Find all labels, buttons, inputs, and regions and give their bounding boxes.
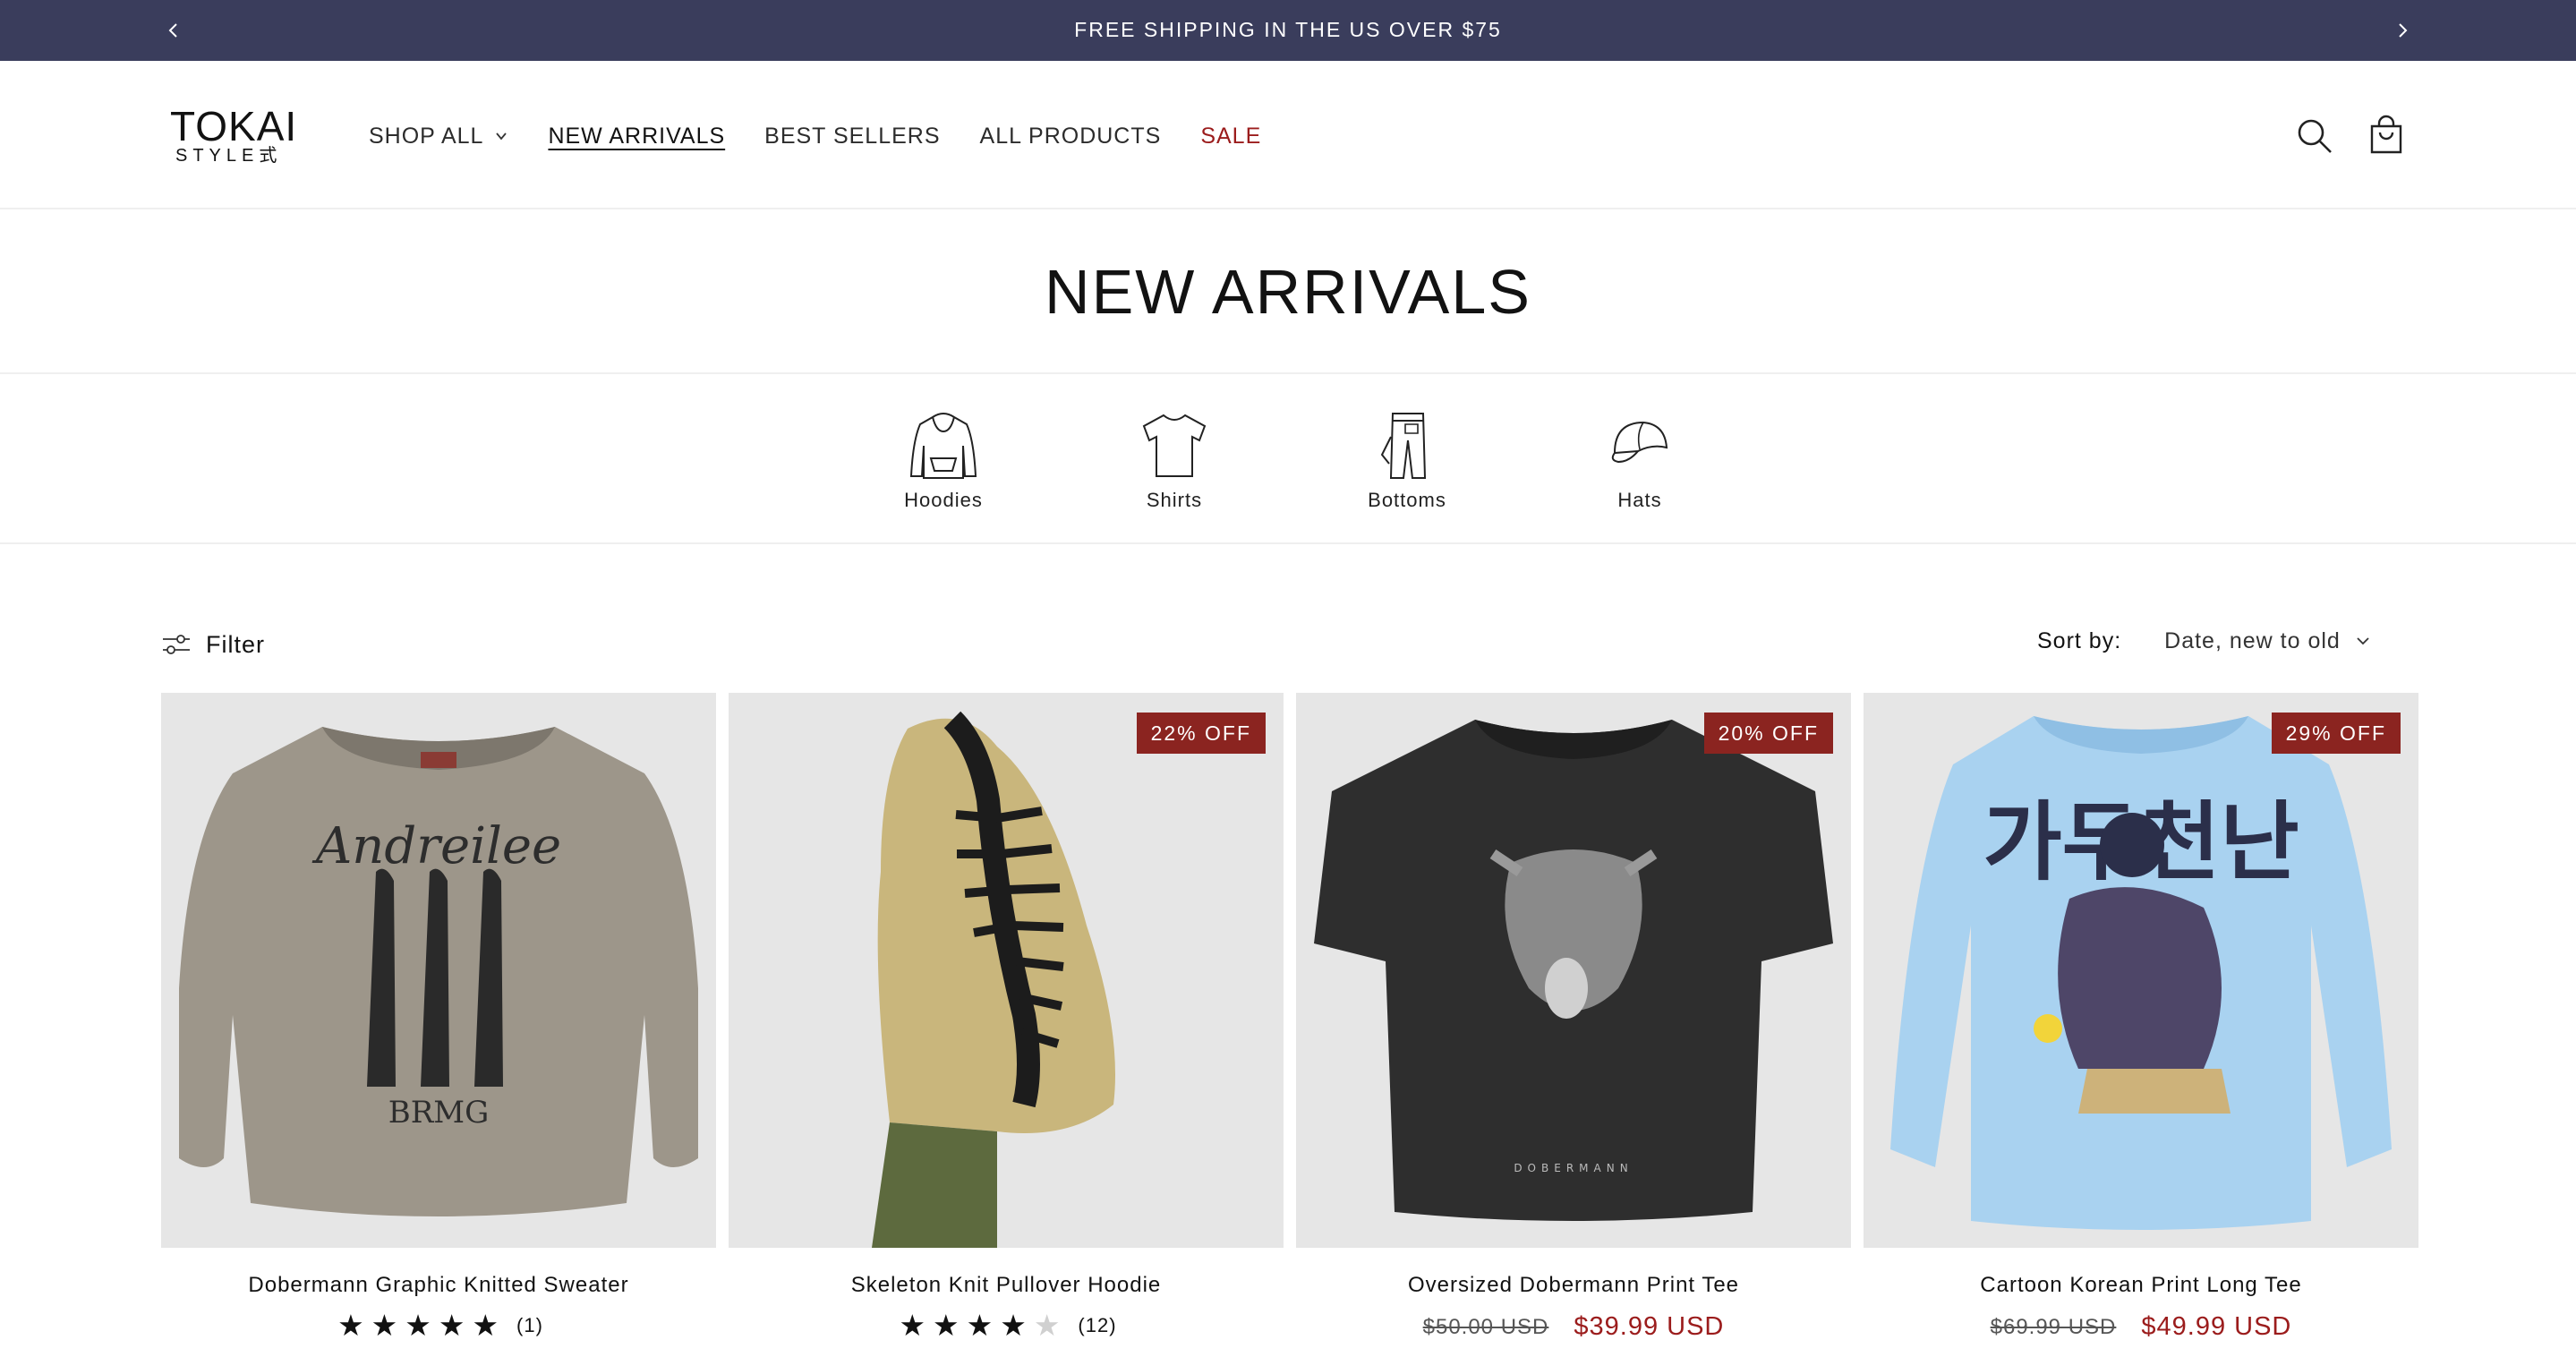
product-name[interactable]: Cartoon Korean Print Long Tee bbox=[1864, 1273, 2418, 1298]
product-card[interactable]: DOBERMANN 20% OFF Oversized Dobermann Pr… bbox=[1296, 693, 1851, 1357]
nav-label: ALL PRODUCTS bbox=[979, 123, 1162, 149]
nav-label: SHOP ALL bbox=[369, 123, 484, 149]
nav-label: BEST SELLERS bbox=[764, 123, 941, 149]
tshirt-image: DOBERMANN bbox=[1314, 720, 1833, 1221]
main-nav: SHOP ALL NEW ARRIVALS BEST SELLERS ALL P… bbox=[369, 118, 1301, 154]
star-icon: ★ bbox=[438, 1308, 465, 1343]
hoodie-image bbox=[872, 711, 1115, 1248]
product-card[interactable]: 가두천난 29% OFF Cartoon Korean Print Long T… bbox=[1864, 693, 2418, 1357]
pants-icon bbox=[1380, 413, 1427, 479]
star-icon: ★ bbox=[371, 1308, 398, 1343]
hoodie-icon bbox=[909, 413, 977, 479]
star-icon: ★ bbox=[405, 1308, 431, 1343]
tshirt-print-text: DOBERMANN bbox=[1514, 1162, 1633, 1174]
category-hats[interactable]: Hats bbox=[1577, 410, 1702, 526]
page-title: NEW ARRIVALS bbox=[1045, 257, 1531, 327]
filter-button[interactable]: Filter bbox=[161, 627, 265, 662]
star-icon: ★ bbox=[1000, 1308, 1027, 1343]
star-empty-icon: ★ bbox=[1033, 1308, 1061, 1343]
category-bottoms[interactable]: Bottoms bbox=[1344, 410, 1470, 526]
star-icon: ★ bbox=[933, 1308, 960, 1343]
shirt-icon bbox=[1142, 414, 1207, 477]
discount-badge: 29% OFF bbox=[2271, 713, 2401, 754]
review-count: (1) bbox=[516, 1313, 543, 1336]
star-icon: ★ bbox=[472, 1308, 499, 1343]
star-icon: ★ bbox=[899, 1308, 926, 1343]
category-hoodies[interactable]: Hoodies bbox=[881, 410, 1006, 526]
product-name[interactable]: Oversized Dobermann Print Tee bbox=[1296, 1273, 1851, 1298]
sale-price: $39.99 USD bbox=[1574, 1312, 1725, 1341]
nav-new-arrivals[interactable]: NEW ARRIVALS bbox=[548, 124, 725, 149]
nav-sale[interactable]: SALE bbox=[1200, 124, 1261, 149]
product-image[interactable]: DOBERMANN 20% OFF bbox=[1296, 693, 1851, 1248]
sort-value: Date, new to old bbox=[2164, 627, 2341, 653]
filter-label: Filter bbox=[206, 630, 265, 658]
nav-shop-all[interactable]: SHOP ALL bbox=[369, 124, 508, 149]
cap-icon bbox=[1611, 421, 1668, 464]
product-image[interactable]: 22% OFF bbox=[729, 693, 1284, 1248]
announcement-text: FREE SHIPPING IN THE US OVER $75 bbox=[1074, 18, 1502, 41]
chevron-down-icon bbox=[496, 132, 508, 141]
sort-label: Sort by: bbox=[2037, 627, 2122, 653]
product-rating: ★ ★ ★ ★ ★ (1) bbox=[161, 1310, 716, 1340]
category-label: Hats bbox=[1617, 489, 1662, 511]
star-icon: ★ bbox=[337, 1308, 364, 1343]
announcement-bar: FREE SHIPPING IN THE US OVER $75 bbox=[0, 0, 2576, 61]
nav-all-products[interactable]: ALL PRODUCTS bbox=[980, 124, 1162, 149]
category-links: Hoodies Shirts Bottoms Hats bbox=[0, 374, 2576, 544]
sale-price: $49.99 USD bbox=[2141, 1312, 2292, 1341]
sweater-print-text-2: BRMG bbox=[388, 1095, 490, 1131]
compare-at-price: $50.00 USD bbox=[1422, 1314, 1549, 1339]
product-price: $50.00 USD $39.99 USD bbox=[1296, 1312, 1851, 1342]
product-card[interactable]: 22% OFF Skeleton Knit Pullover Hoodie ★ … bbox=[729, 693, 1284, 1357]
discount-badge: 22% OFF bbox=[1136, 713, 1266, 754]
category-label: Bottoms bbox=[1368, 489, 1446, 511]
site-header: TOKAI STYLE式 SHOP ALL NEW ARRIVALS BEST … bbox=[0, 61, 2576, 209]
category-label: Shirts bbox=[1146, 489, 1203, 511]
review-count: (12) bbox=[1078, 1313, 1117, 1336]
product-name[interactable]: Dobermann Graphic Knitted Sweater bbox=[161, 1273, 716, 1298]
category-shirts[interactable]: Shirts bbox=[1112, 410, 1237, 526]
product-image[interactable]: 가두천난 29% OFF bbox=[1864, 693, 2418, 1248]
search-icon[interactable] bbox=[2293, 115, 2336, 158]
cart-icon[interactable] bbox=[2365, 115, 2408, 158]
product-card[interactable]: Andreilee BRMG Dobermann Graphic Knitted… bbox=[161, 693, 716, 1357]
discount-badge: 20% OFF bbox=[1703, 713, 1833, 754]
logo[interactable]: TOKAI STYLE式 bbox=[170, 106, 304, 168]
compare-at-price: $69.99 USD bbox=[1990, 1314, 2117, 1339]
sweater-image: Andreilee BRMG bbox=[179, 727, 698, 1216]
nav-label: SALE bbox=[1200, 123, 1262, 149]
sweater-print-text: Andreilee bbox=[311, 817, 561, 875]
chevron-down-icon bbox=[2357, 637, 2369, 645]
long-tee-image: 가두천난 bbox=[1890, 716, 2392, 1230]
chevron-right-icon[interactable] bbox=[2390, 18, 2415, 43]
product-price: $69.99 USD $49.99 USD bbox=[1864, 1312, 2418, 1342]
sort-control: Sort by: Date, new to old bbox=[2037, 623, 2371, 659]
logo-wordmark: TOKAI bbox=[170, 103, 298, 149]
filter-sliders-icon bbox=[163, 635, 190, 654]
logo-subtitle: STYLE式 bbox=[175, 146, 283, 166]
category-label: Hoodies bbox=[904, 489, 983, 511]
sort-select[interactable]: Date, new to old bbox=[2164, 628, 2371, 654]
product-name[interactable]: Skeleton Knit Pullover Hoodie bbox=[729, 1273, 1284, 1298]
product-rating: ★ ★ ★ ★ ★ (12) bbox=[729, 1310, 1284, 1340]
nav-label: NEW ARRIVALS bbox=[548, 123, 726, 149]
star-icon: ★ bbox=[966, 1308, 994, 1343]
product-image[interactable]: Andreilee BRMG bbox=[161, 693, 716, 1248]
nav-best-sellers[interactable]: BEST SELLERS bbox=[764, 124, 940, 149]
collection-header: NEW ARRIVALS bbox=[0, 209, 2576, 374]
